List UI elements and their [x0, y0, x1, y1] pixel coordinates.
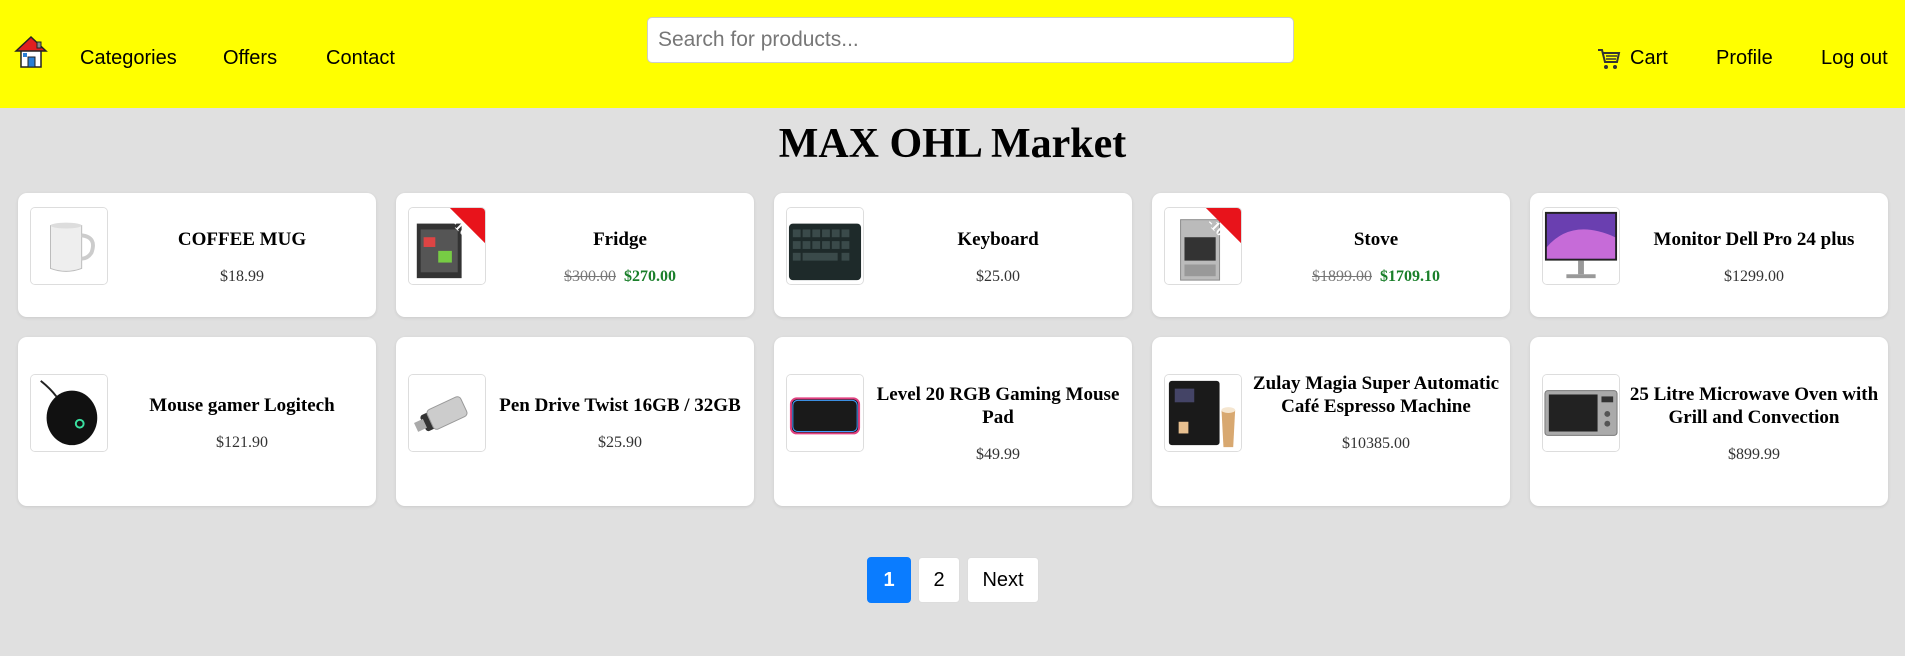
product-name: Stove	[1353, 229, 1399, 250]
product-name: 25 Litre Microwave Oven with Grill and C…	[1629, 384, 1879, 428]
nav-offers[interactable]: Offers	[223, 46, 277, 70]
sale-price: $1709.10	[1380, 268, 1440, 285]
product-image	[1542, 207, 1620, 285]
product-price: $121.90	[216, 434, 268, 451]
product-image	[1542, 374, 1620, 452]
product-card-microwave[interactable]: 25 Litre Microwave Oven with Grill and C…	[1530, 337, 1888, 506]
product-name: Mouse gamer Logitech	[149, 395, 335, 416]
product-name: Monitor Dell Pro 24 plus	[1653, 229, 1855, 250]
product-info: Mouse gamer Logitech $121.90	[114, 394, 370, 453]
product-info: Fridge $300.00 $270.00	[492, 228, 748, 287]
page-2-button[interactable]: 2	[918, 557, 960, 603]
product-card-espresso-machine[interactable]: Zulay Magia Super Automatic Café Espress…	[1152, 337, 1510, 506]
product-info: Stove $1899.00 $1709.10	[1248, 228, 1504, 287]
old-price: $1899.00	[1312, 268, 1372, 285]
product-image	[1164, 374, 1242, 452]
nav-cart[interactable]: Cart	[1630, 46, 1668, 70]
product-card-monitor[interactable]: Monitor Dell Pro 24 plus $1299.00	[1530, 193, 1888, 317]
sale-price: $270.00	[624, 268, 676, 285]
product-card-stove[interactable]: -10% Stove $1899.00 $1709.10	[1152, 193, 1510, 317]
home-icon[interactable]	[13, 34, 49, 70]
page-1-button[interactable]: 1	[867, 557, 911, 603]
cart-icon[interactable]	[1597, 47, 1621, 71]
product-price: $25.90	[598, 434, 642, 451]
product-price: $18.99	[220, 268, 264, 285]
product-name: Zulay Magia Super Automatic Café Espress…	[1252, 373, 1500, 417]
product-info: Keyboard $25.00	[870, 228, 1126, 287]
product-price: $300.00 $270.00	[492, 267, 748, 287]
old-price: $300.00	[564, 268, 616, 285]
product-card-coffee-mug[interactable]: COFFEE MUG $18.99	[18, 193, 376, 317]
product-image	[786, 207, 864, 285]
product-name: Pen Drive Twist 16GB / 32GB	[499, 395, 741, 416]
product-image	[30, 374, 108, 452]
product-price: $10385.00	[1342, 435, 1410, 452]
product-image	[786, 374, 864, 452]
page-title: MAX OHL Market	[778, 121, 1127, 167]
product-info: COFFEE MUG $18.99	[114, 228, 370, 287]
product-name: Keyboard	[957, 229, 1039, 250]
search-input[interactable]	[647, 17, 1294, 63]
product-card-pen-drive[interactable]: Pen Drive Twist 16GB / 32GB $25.90	[396, 337, 754, 506]
product-card-fridge[interactable]: -10% Fridge $300.00 $270.00	[396, 193, 754, 317]
product-info: 25 Litre Microwave Oven with Grill and C…	[1626, 383, 1882, 465]
product-price: $1299.00	[1724, 268, 1784, 285]
nav-contact[interactable]: Contact	[326, 46, 395, 70]
product-info: Zulay Magia Super Automatic Café Espress…	[1248, 372, 1504, 454]
product-card-keyboard[interactable]: Keyboard $25.00	[774, 193, 1132, 317]
next-page-button[interactable]: Next	[967, 557, 1039, 603]
nav-categories[interactable]: Categories	[80, 46, 177, 70]
product-info: Level 20 RGB Gaming Mouse Pad $49.99	[870, 383, 1126, 465]
top-nav-bar: Categories Offers Contact Cart Profile L…	[0, 0, 1905, 108]
product-price: $49.99	[976, 446, 1020, 463]
product-price: $25.00	[976, 268, 1020, 285]
product-card-mouse[interactable]: Mouse gamer Logitech $121.90	[18, 337, 376, 506]
product-info: Pen Drive Twist 16GB / 32GB $25.90	[492, 394, 748, 453]
nav-profile[interactable]: Profile	[1716, 46, 1773, 70]
product-name: Level 20 RGB Gaming Mouse Pad	[876, 384, 1120, 428]
product-name: Fridge	[593, 229, 647, 250]
product-image	[408, 374, 486, 452]
product-price: $1899.00 $1709.10	[1248, 267, 1504, 287]
product-info: Monitor Dell Pro 24 plus $1299.00	[1626, 228, 1882, 287]
nav-logout[interactable]: Log out	[1821, 46, 1888, 70]
product-price: $899.99	[1728, 446, 1780, 463]
product-name: COFFEE MUG	[177, 229, 307, 250]
product-image	[30, 207, 108, 285]
product-card-mouse-pad[interactable]: Level 20 RGB Gaming Mouse Pad $49.99	[774, 337, 1132, 506]
